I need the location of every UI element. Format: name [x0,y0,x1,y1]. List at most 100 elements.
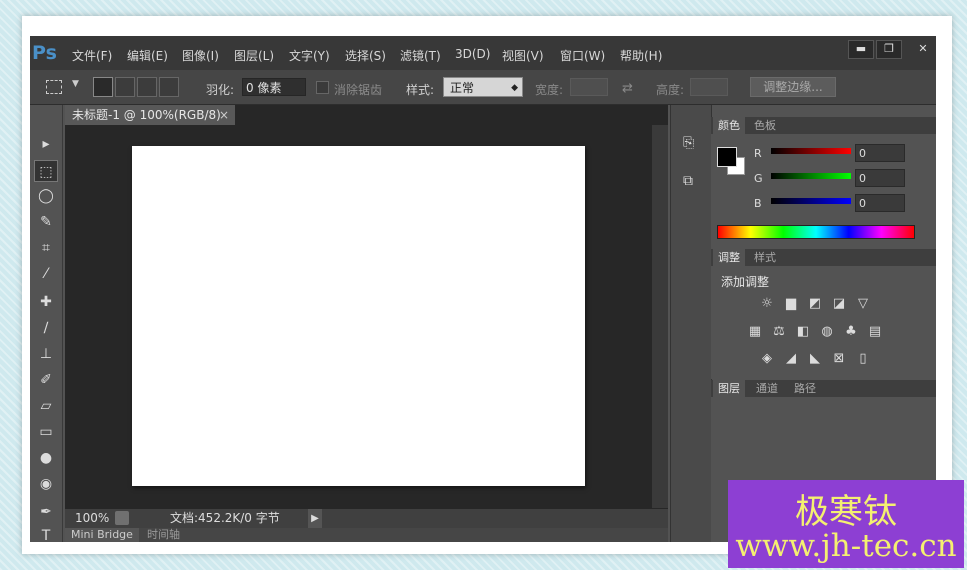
black-white-icon[interactable]: ◧ [795,325,811,339]
invert-icon[interactable]: ◈ [759,352,775,366]
threshold-icon[interactable]: ◣ [807,352,823,366]
status-menu-icon[interactable] [115,511,129,525]
channel-b-label: B [754,197,762,210]
collapsed-panel-strip: ⎘ ⧉ [670,105,712,542]
feather-input[interactable]: 0 像素 [242,78,306,96]
height-input[interactable] [690,78,728,96]
new-selection-button[interactable] [93,77,113,97]
hue-saturation-icon[interactable]: ▦ [747,325,763,339]
tab-styles[interactable]: 样式 [749,249,781,266]
channel-r-input[interactable]: 0 [855,144,905,162]
menu-edit[interactable]: 编辑(E) [127,47,168,64]
gradient-tool-icon[interactable]: ▭ [34,421,58,443]
photoshop-window: Ps 文件(F) 编辑(E) 图像(I) 图层(L) 文字(Y) 选择(S) 滤… [30,36,936,542]
color-balance-icon[interactable]: ⚖ [771,325,787,339]
curves-icon[interactable]: ◩ [807,297,823,311]
adjustments-panel-tabs: 调整 样式 [711,249,936,266]
channel-b-input[interactable]: 0 [855,194,905,212]
width-input[interactable] [570,78,608,96]
menu-layer[interactable]: 图层(L) [234,47,274,64]
quick-select-tool-icon[interactable]: ✎ [34,211,58,233]
posterize-icon[interactable]: ◢ [783,352,799,366]
channel-b-slider[interactable] [771,198,851,204]
vertical-scrollbar[interactable] [652,125,668,508]
menu-file[interactable]: 文件(F) [72,47,112,64]
style-label: 样式: [406,83,435,97]
foreground-color-swatch[interactable] [717,147,737,167]
gradient-map-icon[interactable]: ▯ [855,352,871,366]
eyedropper-tool-icon[interactable]: ⁄ [34,263,58,285]
tab-paths[interactable]: 路径 [789,380,821,397]
channel-g-input[interactable]: 0 [855,169,905,187]
brightness-icon[interactable]: ☼ [759,297,775,311]
color-spectrum-bar[interactable] [717,225,915,239]
layers-panel-tabs: 图层 通道 路径 [711,380,936,397]
clone-stamp-tool-icon[interactable]: ⊥ [34,343,58,365]
menu-window[interactable]: 窗口(W) [560,47,605,64]
close-tab-icon[interactable]: × [219,105,229,125]
pen-tool-icon[interactable]: ✒ [34,501,58,523]
menu-select[interactable]: 选择(S) [345,47,386,64]
dodge-tool-icon[interactable]: ◉ [34,473,58,495]
tab-adjustments[interactable]: 调整 [713,249,745,266]
exposure-icon[interactable]: ◪ [831,297,847,311]
type-tool-icon[interactable]: T [34,525,58,542]
menu-image[interactable]: 图像(I) [182,47,219,64]
updown-arrow-icon: ◆ [511,83,518,93]
channel-r-slider[interactable] [771,148,851,154]
antialias-label: 消除锯齿 [334,83,383,97]
channel-g-slider[interactable] [771,173,851,179]
color-panel-tabs: 颜色 色板 [711,117,936,134]
tab-mini-bridge[interactable]: Mini Bridge [65,528,139,542]
subtract-selection-button[interactable] [137,77,157,97]
intersect-selection-button[interactable] [159,77,179,97]
menu-view[interactable]: 视图(V) [502,47,544,64]
zoom-level[interactable]: 100% [75,509,109,528]
document-tab[interactable]: 未标题-1 @ 100%(RGB/8) × [65,105,235,125]
vibrance-icon[interactable]: ▽ [855,297,871,311]
menu-help[interactable]: 帮助(H) [620,47,662,64]
play-arrow-icon[interactable]: ▶ [308,509,322,528]
menu-3d[interactable]: 3D(D) [455,47,490,61]
blur-tool-icon[interactable]: ● [34,447,58,469]
marquee-tool-preset-icon[interactable] [46,80,62,94]
tab-color[interactable]: 颜色 [713,117,745,134]
levels-icon[interactable]: ▆ [783,297,799,311]
chevron-down-icon[interactable]: ▼ [72,79,79,89]
selective-color-icon[interactable]: ⊠ [831,352,847,366]
swap-icon[interactable]: ⇄ [622,81,633,96]
document-area: 未标题-1 @ 100%(RGB/8) × 100% 文档:452.2K/0 字… [65,105,668,542]
canvas[interactable] [132,146,585,486]
tab-channels[interactable]: 通道 [751,380,783,397]
history-brush-tool-icon[interactable]: ✐ [34,369,58,391]
minimize-button[interactable]: ▬ [848,40,874,59]
lasso-tool-icon[interactable]: ◯ [34,185,58,207]
watermark-line1: 极寒钛 [795,492,897,532]
eraser-tool-icon[interactable]: ▱ [34,395,58,417]
channel-mixer-icon[interactable]: ♣ [843,325,859,339]
width-label: 宽度: [535,83,564,97]
color-panel: 颜色 色板 R 0 G 0 B 0 [711,117,936,249]
tab-timeline[interactable]: 时间轴 [141,528,186,542]
healing-brush-tool-icon[interactable]: ✚ [34,291,58,313]
brush-tool-icon[interactable]: ∕ [34,317,58,339]
maximize-button[interactable]: ❐ [876,40,902,59]
tab-swatches[interactable]: 色板 [749,117,781,134]
color-lookup-icon[interactable]: ▤ [867,325,883,339]
history-panel-icon[interactable]: ⎘ [683,135,694,151]
antialias-checkbox[interactable] [316,81,329,94]
move-tool-icon[interactable]: ▸ [34,133,58,155]
menu-filter[interactable]: 滤镜(T) [400,47,441,64]
add-selection-button[interactable] [115,77,135,97]
refine-edge-button[interactable]: 调整边缘... [750,77,836,97]
style-select[interactable]: 正常 ◆ [443,77,523,97]
tools-panel: ▸ ⬚ ◯ ✎ ⌗ ⁄ ✚ ∕ ⊥ ✐ ▱ ▭ ● ◉ ✒ T [30,105,63,542]
rect-marquee-tool-icon[interactable]: ⬚ [34,160,58,182]
close-button[interactable]: ✕ [910,40,936,59]
properties-panel-icon[interactable]: ⧉ [683,173,693,189]
crop-tool-icon[interactable]: ⌗ [34,237,58,259]
photo-filter-icon[interactable]: ◍ [819,325,835,339]
tab-layers[interactable]: 图层 [713,380,745,397]
menu-type[interactable]: 文字(Y) [289,47,330,64]
doc-info: 文档:452.2K/0 字节 [170,511,280,525]
